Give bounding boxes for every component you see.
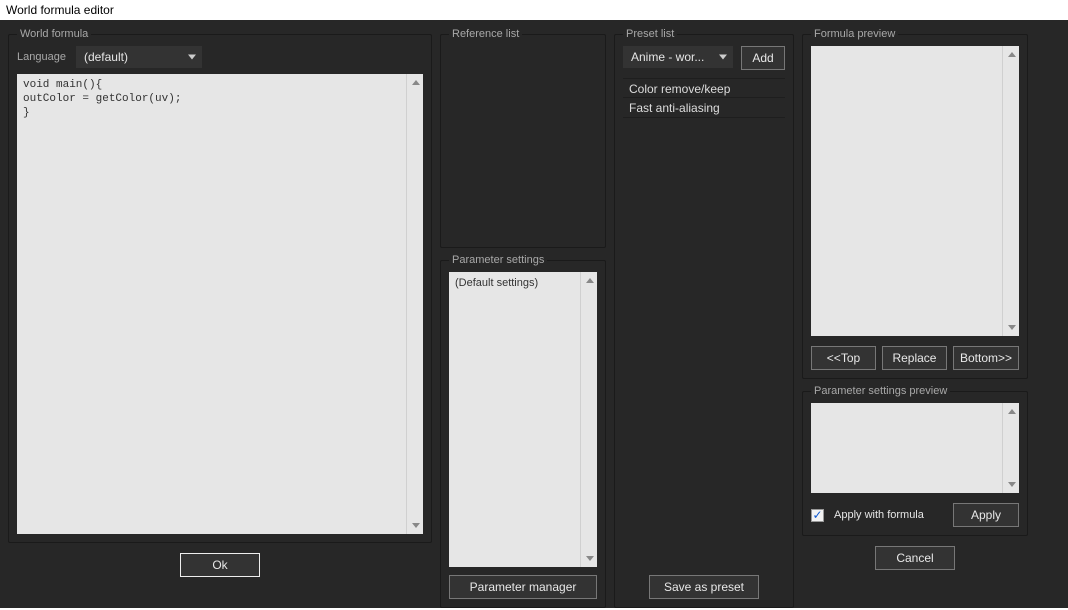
parameter-settings-legend: Parameter settings [449, 254, 547, 266]
parameter-settings-preview-panel: Parameter settings preview ✓ Apply with … [802, 385, 1028, 536]
scrollbar[interactable] [580, 272, 597, 567]
reference-list-panel: Reference list Here is the list of varia… [440, 28, 606, 248]
main-area: World formula Language (default) void ma… [0, 20, 1068, 608]
world-formula-legend: World formula [17, 28, 91, 40]
scroll-down-icon[interactable] [1003, 476, 1019, 493]
formula-preview-box[interactable] [811, 46, 1019, 336]
parameter-settings-preview-content [811, 403, 1002, 493]
apply-with-formula-checkbox[interactable]: ✓ [811, 509, 824, 522]
parameter-settings-panel: Parameter settings (Default settings) Pa… [440, 254, 606, 608]
language-label: Language [17, 51, 66, 63]
scroll-up-icon[interactable] [1003, 403, 1019, 420]
ok-button[interactable]: Ok [180, 553, 260, 577]
reference-list-legend: Reference list [449, 28, 522, 40]
world-formula-panel: World formula Language (default) void ma… [8, 28, 432, 543]
parameter-settings-content: (Default settings) [449, 272, 580, 567]
preset-items: Color remove/keep Fast anti-aliasing [623, 78, 785, 567]
scrollbar[interactable] [1002, 403, 1019, 493]
window-title: World formula editor [0, 0, 1068, 20]
scrollbar[interactable] [406, 74, 423, 534]
top-button[interactable]: <<Top [811, 346, 876, 370]
code-editor-content: void main(){ outColor = getColor(uv); } [17, 74, 406, 534]
apply-button[interactable]: Apply [953, 503, 1019, 527]
cancel-button[interactable]: Cancel [875, 546, 955, 570]
scroll-down-icon[interactable] [581, 550, 597, 567]
replace-button[interactable]: Replace [882, 346, 947, 370]
preset-dropdown-value: Anime - wor... [631, 50, 704, 64]
formula-preview-panel: Formula preview <<Top Replace Bottom>> [802, 28, 1028, 379]
parameter-settings-preview-box[interactable] [811, 403, 1019, 493]
scroll-down-icon[interactable] [1003, 319, 1019, 336]
add-preset-button[interactable]: Add [741, 46, 785, 70]
chevron-down-icon [719, 55, 727, 60]
formula-preview-legend: Formula preview [811, 28, 898, 40]
scroll-up-icon[interactable] [407, 74, 423, 91]
language-dropdown[interactable]: (default) [76, 46, 202, 68]
checkmark-icon: ✓ [812, 509, 822, 521]
preset-item[interactable]: Color remove/keep [623, 78, 785, 98]
parameter-settings-preview-legend: Parameter settings preview [811, 385, 950, 397]
parameter-settings-box[interactable]: (Default settings) [449, 272, 597, 567]
preset-list-panel: Preset list Anime - wor... Add Color rem… [614, 28, 794, 608]
scroll-up-icon[interactable] [581, 272, 597, 289]
bottom-button[interactable]: Bottom>> [953, 346, 1019, 370]
preset-item[interactable]: Fast anti-aliasing [623, 98, 785, 118]
save-as-preset-button[interactable]: Save as preset [649, 575, 759, 599]
preset-list-legend: Preset list [623, 28, 677, 40]
chevron-down-icon [188, 55, 196, 60]
scroll-up-icon[interactable] [1003, 46, 1019, 63]
language-dropdown-value: (default) [84, 50, 128, 64]
apply-with-formula-label: Apply with formula [834, 509, 924, 521]
parameter-manager-button[interactable]: Parameter manager [449, 575, 597, 599]
scroll-down-icon[interactable] [407, 517, 423, 534]
formula-preview-content [811, 46, 1002, 336]
preset-dropdown[interactable]: Anime - wor... [623, 46, 733, 68]
scrollbar[interactable] [1002, 46, 1019, 336]
code-editor[interactable]: void main(){ outColor = getColor(uv); } [17, 74, 423, 534]
